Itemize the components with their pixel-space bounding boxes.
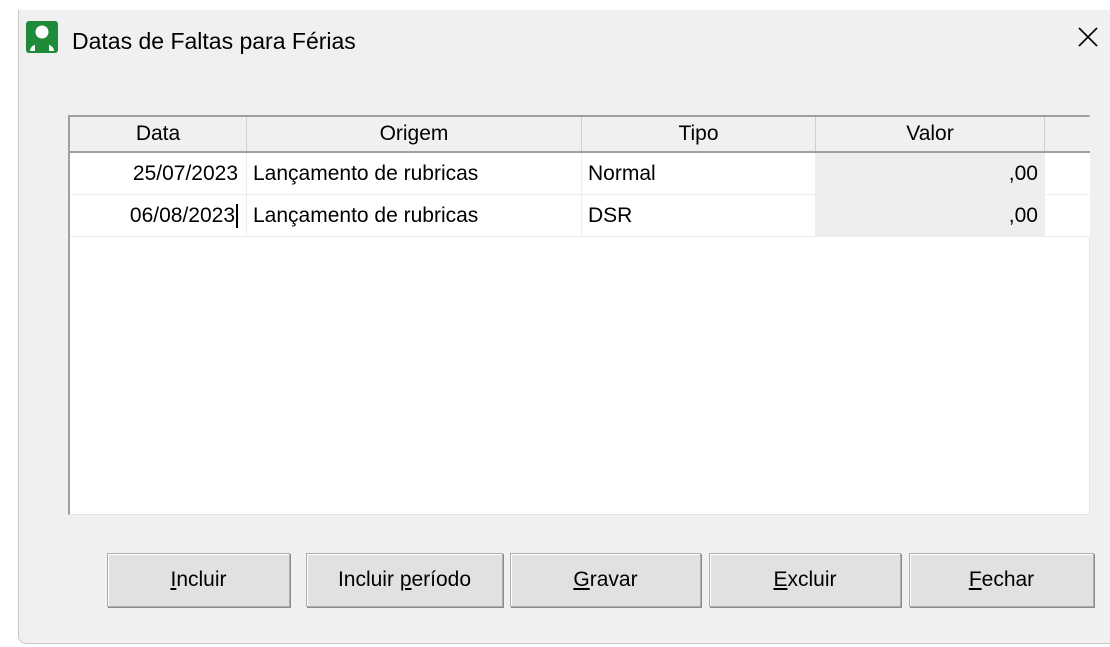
cell-origem[interactable]: Lançamento de rubricas (247, 195, 582, 236)
incluir-label: Incluir (170, 568, 227, 591)
title-bar: Datas de Faltas para Férias (19, 10, 1110, 70)
incluir-periodo-button[interactable]: Incluir período (306, 553, 503, 607)
column-header-valor[interactable]: Valor (816, 117, 1045, 151)
fechar-button[interactable]: Fechar (909, 553, 1094, 607)
cell-data[interactable]: 25/07/2023 (70, 153, 247, 194)
gravar-label: Gravar (573, 568, 638, 591)
cell-filler (1045, 153, 1090, 194)
excluir-label: Excluir (773, 568, 837, 591)
text-cursor (236, 203, 238, 228)
table-row[interactable]: 25/07/2023 Lançamento de rubricas Normal… (70, 153, 1090, 195)
close-button[interactable] (1065, 16, 1110, 62)
gravar-button[interactable]: Gravar (510, 553, 701, 607)
incluir-periodo-label: Incluir período (337, 568, 472, 591)
user-icon (26, 21, 58, 53)
excluir-button[interactable]: Excluir (709, 553, 901, 607)
cell-valor[interactable]: ,00 (816, 195, 1045, 236)
cell-valor[interactable]: ,00 (816, 153, 1045, 194)
incluir-button[interactable]: Incluir (107, 553, 290, 607)
cell-origem[interactable]: Lançamento de rubricas (247, 153, 582, 194)
fechar-label: Fechar (968, 568, 1035, 591)
grid-header: Data Origem Tipo Valor (70, 117, 1090, 153)
dialog-window: Datas de Faltas para Férias Data Origem … (18, 10, 1110, 644)
cell-tipo[interactable]: Normal (582, 153, 816, 194)
column-header-origem[interactable]: Origem (247, 117, 582, 151)
cell-filler (1045, 195, 1090, 236)
cell-data-editing[interactable]: 06/08/2023 (70, 195, 247, 236)
column-header-filler (1045, 117, 1090, 151)
absences-grid[interactable]: Data Origem Tipo Valor 25/07/2023 Lançam… (68, 115, 1090, 515)
window-title: Datas de Faltas para Férias (72, 28, 356, 54)
table-row[interactable]: 06/08/2023 Lançamento de rubricas DSR ,0… (70, 195, 1090, 237)
grid-body: 25/07/2023 Lançamento de rubricas Normal… (70, 153, 1090, 237)
column-header-tipo[interactable]: Tipo (582, 117, 816, 151)
cell-data-text: 06/08/2023 (129, 203, 235, 227)
column-header-data[interactable]: Data (70, 117, 247, 151)
cell-tipo[interactable]: DSR (582, 195, 816, 236)
close-icon (1077, 26, 1099, 53)
